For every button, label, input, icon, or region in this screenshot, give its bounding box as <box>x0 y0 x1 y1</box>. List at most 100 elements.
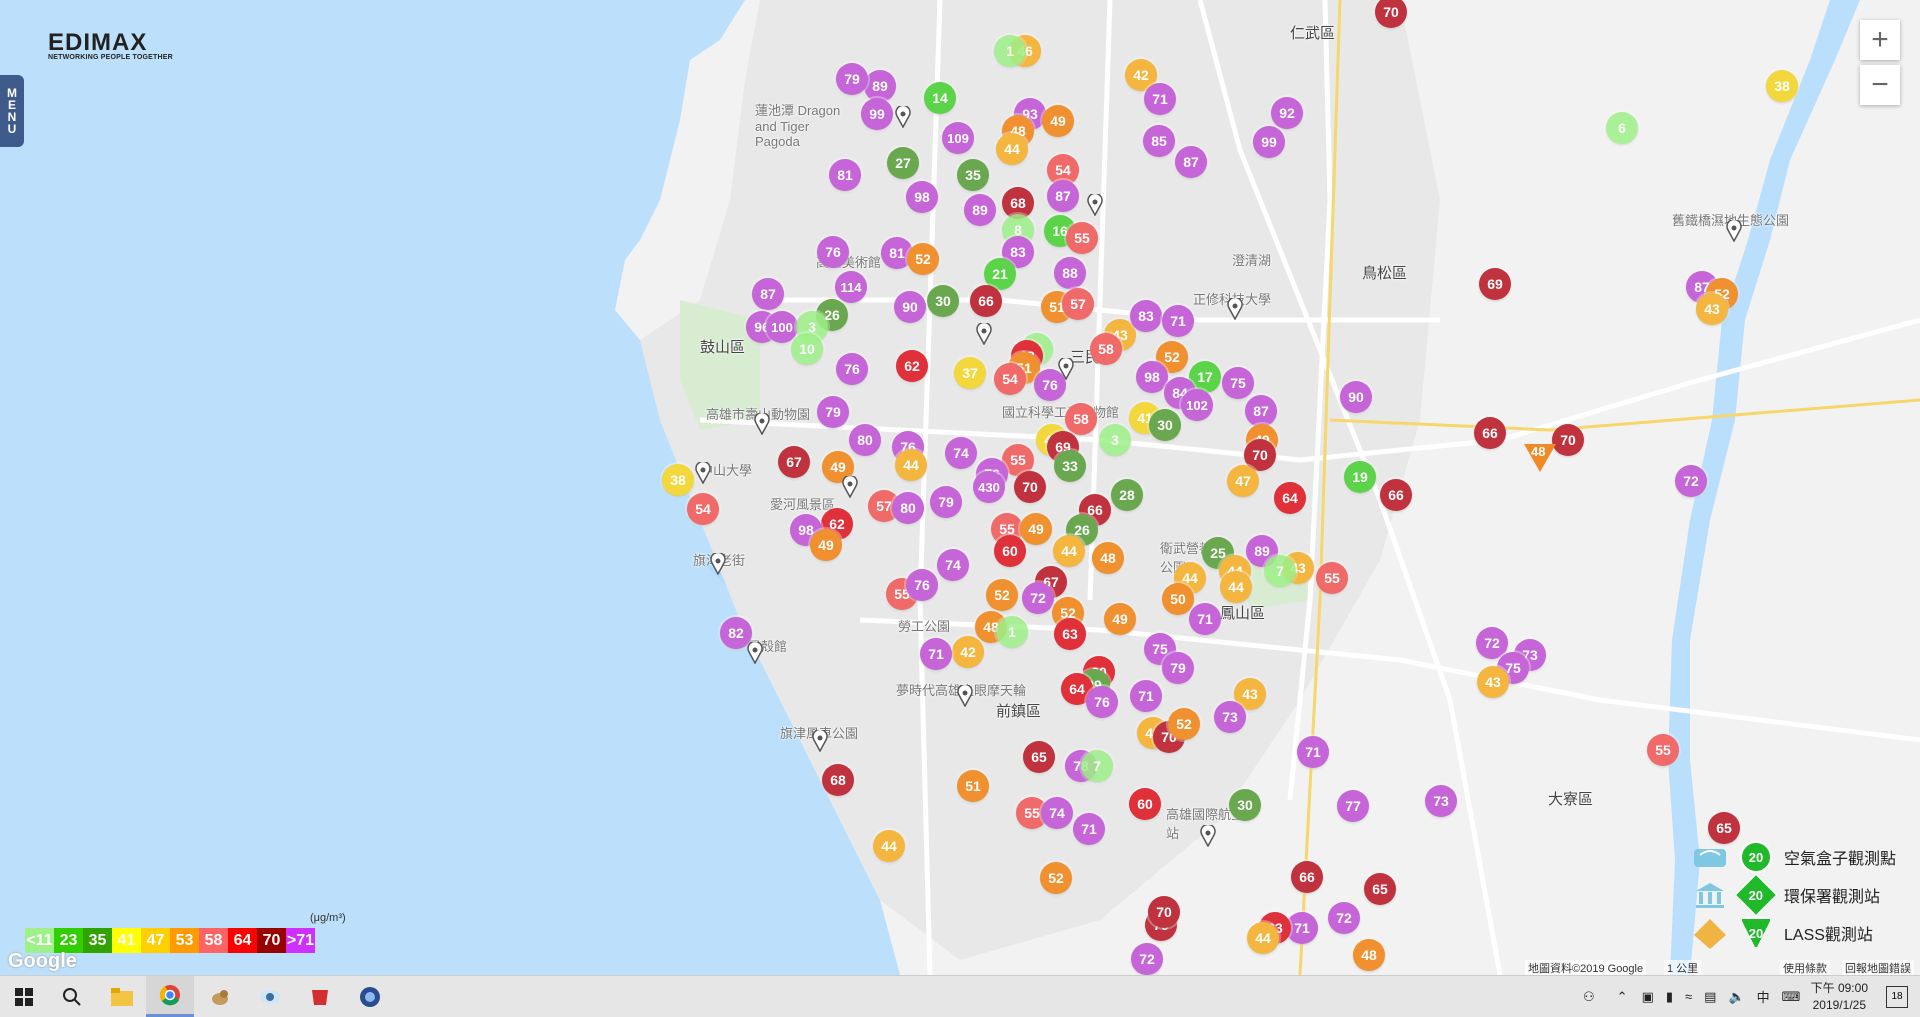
sensor-marker[interactable]: 66 <box>1474 417 1506 449</box>
sensor-marker[interactable]: 50 <box>1162 583 1194 615</box>
sensor-marker[interactable]: 74 <box>937 549 969 581</box>
sensor-marker[interactable]: 43 <box>1696 293 1728 325</box>
sensor-marker[interactable]: 49 <box>1104 603 1136 635</box>
app-red-button[interactable] <box>296 976 344 1017</box>
station-pin-icon[interactable] <box>895 104 911 129</box>
sensor-marker[interactable]: 6 <box>1606 112 1638 144</box>
sensor-marker[interactable]: 52 <box>986 579 1018 611</box>
sensor-marker[interactable]: 30 <box>1149 409 1181 441</box>
start-button[interactable] <box>0 976 48 1017</box>
sensor-marker[interactable]: 76 <box>906 569 938 601</box>
sensor-marker[interactable]: 72 <box>1022 582 1054 614</box>
sensor-marker[interactable]: 44 <box>1247 922 1279 954</box>
sensor-marker[interactable]: 76 <box>836 353 868 385</box>
sensor-marker[interactable]: 30 <box>1229 789 1261 821</box>
sensor-marker[interactable]: 114 <box>835 271 867 303</box>
sensor-marker[interactable]: 19 <box>1344 461 1376 493</box>
sensor-marker[interactable]: 48 <box>1092 542 1124 574</box>
sensor-marker[interactable]: 70 <box>1014 471 1046 503</box>
sensor-marker[interactable]: 54 <box>687 493 719 525</box>
station-pin-icon[interactable] <box>747 640 763 665</box>
wifi-icon[interactable]: ≈ <box>1685 989 1692 1004</box>
sensor-marker[interactable]: 65 <box>1023 741 1055 773</box>
sensor-marker[interactable]: 71 <box>1130 680 1162 712</box>
sensor-marker[interactable]: 35 <box>957 159 989 191</box>
report-map-error-link[interactable]: 回報地圖錯誤 <box>1842 960 1914 975</box>
sensor-marker[interactable]: 71 <box>1073 813 1105 845</box>
sensor-marker[interactable]: 75 <box>1222 367 1254 399</box>
sensor-marker[interactable]: 430 <box>973 471 1005 503</box>
sensor-marker[interactable]: 1 <box>994 35 1026 67</box>
sensor-marker[interactable]: 62 <box>896 350 928 382</box>
sensor-marker[interactable]: 49 <box>810 529 842 561</box>
sensor-marker[interactable]: 55 <box>1066 222 1098 254</box>
sensor-marker[interactable]: 87 <box>1245 395 1277 427</box>
sensor-marker[interactable]: 98 <box>1136 361 1168 393</box>
network-icon[interactable]: ▤ <box>1704 989 1716 1005</box>
sensor-marker[interactable]: 70 <box>1552 424 1584 456</box>
zoom-in-button[interactable]: + <box>1860 20 1900 60</box>
sensor-marker[interactable]: 66 <box>970 285 1002 317</box>
station-pin-icon[interactable] <box>1227 296 1243 321</box>
sensor-marker[interactable]: 68 <box>822 764 854 796</box>
sensor-marker[interactable]: 72 <box>1675 465 1707 497</box>
sensor-marker[interactable]: 10 <box>791 333 823 365</box>
sensor-marker[interactable]: 44 <box>1053 535 1085 567</box>
sensor-marker[interactable]: 73 <box>1425 785 1457 817</box>
sensor-marker[interactable]: 54 <box>994 363 1026 395</box>
sensor-marker[interactable]: 76 <box>817 236 849 268</box>
sensor-marker[interactable]: 66 <box>1291 861 1323 893</box>
station-pin-icon[interactable] <box>710 551 726 576</box>
sensor-marker[interactable]: 74 <box>945 437 977 469</box>
sensor-marker[interactable]: 52 <box>907 243 939 275</box>
sensor-marker[interactable]: 55 <box>1316 562 1348 594</box>
tray-app-icon[interactable]: ▣ <box>1642 989 1654 1005</box>
file-explorer-button[interactable] <box>98 976 146 1017</box>
sensor-marker[interactable]: 43 <box>1477 666 1509 698</box>
sensor-marker[interactable]: 44 <box>873 830 905 862</box>
sensor-marker[interactable]: 49 <box>1042 105 1074 137</box>
sensor-marker[interactable]: 88 <box>1054 257 1086 289</box>
sensor-marker[interactable]: 67 <box>778 446 810 478</box>
sensor-marker[interactable]: 47 <box>1227 465 1259 497</box>
sensor-marker[interactable]: 44 <box>996 133 1028 165</box>
sensor-marker[interactable]: 71 <box>1297 736 1329 768</box>
app-eye-button[interactable] <box>246 976 294 1017</box>
sensor-marker[interactable]: 52 <box>1040 862 1072 894</box>
sensor-marker[interactable]: 99 <box>1253 126 1285 158</box>
sensor-marker[interactable]: 69 <box>1479 268 1511 300</box>
sensor-marker[interactable]: 49 <box>1020 513 1052 545</box>
station-pin-icon[interactable] <box>754 411 770 436</box>
sensor-marker[interactable]: 100 <box>766 311 798 343</box>
station-pin-icon[interactable] <box>1726 218 1742 243</box>
sensor-marker[interactable]: 27 <box>887 147 919 179</box>
station-pin-icon[interactable] <box>1200 823 1216 848</box>
sensor-marker[interactable]: 38 <box>662 464 694 496</box>
sensor-marker[interactable]: 87 <box>1047 180 1079 212</box>
sensor-marker[interactable]: 89 <box>964 194 996 226</box>
sensor-marker[interactable]: 87 <box>1175 146 1207 178</box>
sensor-marker[interactable]: 71 <box>1144 83 1176 115</box>
sensor-marker[interactable]: 14 <box>924 82 956 114</box>
sensor-marker[interactable]: 72 <box>1131 943 1163 975</box>
sensor-marker[interactable]: 44 <box>895 449 927 481</box>
chevron-up-icon[interactable]: ⌃ <box>1617 989 1628 1005</box>
sensor-marker[interactable]: 71 <box>1162 305 1194 337</box>
chrome-button[interactable] <box>146 976 194 1017</box>
menu-button[interactable]: M E N U <box>0 75 24 147</box>
station-pin-icon[interactable] <box>842 474 858 499</box>
sensor-marker[interactable]: 98 <box>906 181 938 213</box>
sensor-marker[interactable]: 44 <box>1220 571 1252 603</box>
sensor-marker[interactable]: 79 <box>836 63 868 95</box>
terms-link[interactable]: 使用條款 <box>1780 960 1830 975</box>
sensor-marker[interactable]: 51 <box>957 770 989 802</box>
sensor-marker[interactable]: 83 <box>1130 300 1162 332</box>
sensor-marker[interactable]: 92 <box>1271 97 1303 129</box>
sensor-marker[interactable]: 60 <box>1129 788 1161 820</box>
sensor-marker[interactable]: 37 <box>954 357 986 389</box>
station-pin-icon[interactable] <box>695 460 711 485</box>
sensor-marker[interactable]: 33 <box>1054 450 1086 482</box>
sensor-marker[interactable]: 7 <box>1264 555 1296 587</box>
sensor-marker[interactable]: 66 <box>1380 479 1412 511</box>
sensor-marker[interactable]: 71 <box>1189 603 1221 635</box>
